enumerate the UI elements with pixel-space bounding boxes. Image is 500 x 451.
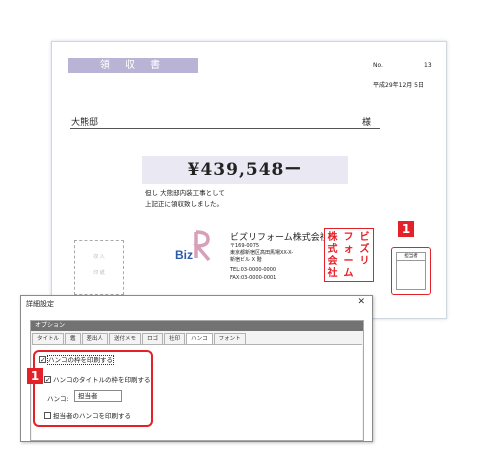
hanko-field-label: ハンコ: (47, 395, 69, 403)
checkbox-checked-icon: ✓ (44, 375, 51, 384)
receipt-sheet: 領 収 書 No. 13 平成29年12月 5日 大熊邸 様 ¥439,548ー… (51, 41, 447, 319)
hanko-column: フォーム (343, 232, 354, 279)
company-address-line: 〒169-0075 (230, 243, 260, 249)
revenue-stamp-box: 収 入 印 紙 (74, 240, 124, 295)
addressee-honorific: 様 (362, 118, 372, 128)
callout-badge-1: 1 (27, 368, 43, 384)
checkbox-label: 担当者のハンコを印刷する (53, 412, 131, 420)
tab-logo[interactable]: ロゴ (142, 333, 164, 344)
company-address-line: 東京都新宿区高田馬場XX-X- (230, 250, 294, 256)
person-in-charge-box: 担当者 (396, 252, 426, 290)
tab-font[interactable]: フォント (213, 333, 246, 344)
company-address-line: 新宿ビル X 階 (230, 257, 262, 263)
bizr-logo-icon: Biz (175, 230, 211, 262)
receipt-number: 13 (424, 62, 432, 69)
revenue-stamp-label-1: 収 入 (93, 254, 105, 260)
receipt-note-line1: 但し 大熊邸内装工事として (145, 189, 225, 197)
checkbox-checked-icon: ✓ (39, 355, 46, 364)
hanko-column: ビズリ (359, 232, 370, 267)
revenue-stamp-label-2: 印 紙 (93, 270, 105, 276)
section-header: オプション (31, 321, 363, 331)
company-logo: Biz (175, 228, 215, 264)
person-in-charge-frame: 担当者 (391, 247, 431, 295)
checkbox-label: ハンコのタイトルの枠を印刷する (53, 376, 151, 384)
amount-value: ¥439,548ー (142, 156, 348, 184)
svg-text:Biz: Biz (175, 248, 193, 262)
addressee-name: 大熊邸 (71, 118, 99, 128)
callout-badge-1: 1 (398, 221, 414, 237)
tab-company-seal[interactable]: 社印 (164, 333, 186, 344)
tab-sender[interactable]: 差出人 (81, 333, 109, 344)
print-person-hanko-checkbox[interactable]: 担当者のハンコを印刷する (44, 410, 131, 420)
close-icon[interactable]: ✕ (357, 297, 365, 307)
company-hanko-seal: ビズリ フォーム 株式会社 (324, 228, 374, 282)
company-fax: FAX:03-0000-0001 (230, 275, 277, 281)
tab-bar: タイトル 鑑 差出人 送付メモ ロゴ 社印 ハンコ フォント (32, 333, 247, 345)
person-in-charge-label: 担当者 (397, 253, 425, 261)
receipt-title: 領 収 書 (68, 58, 198, 73)
print-hanko-frame-checkbox[interactable]: ✓ ハンコの枠を印刷する (39, 354, 114, 365)
receipt-number-label: No. (373, 62, 383, 69)
checkbox-label: ハンコの枠を印刷する (47, 355, 114, 365)
hanko-text-input[interactable]: 担当者 (74, 390, 122, 402)
dialog-title: 詳細設定 (26, 300, 54, 308)
checkbox-unchecked-icon (44, 411, 51, 419)
receipt-date: 平成29年12月 5日 (373, 82, 424, 89)
tab-title[interactable]: タイトル (32, 333, 65, 344)
print-hanko-title-frame-checkbox[interactable]: ✓ ハンコのタイトルの枠を印刷する (44, 374, 151, 384)
receipt-note-line2: 上記正に領収致しました。 (145, 200, 223, 208)
company-tel: TEL:03-0000-0000 (230, 267, 277, 273)
addressee-underline (70, 128, 380, 129)
hanko-column: 株式会社 (327, 232, 338, 279)
tab-kagami[interactable]: 鑑 (65, 333, 81, 344)
tab-memo[interactable]: 送付メモ (109, 333, 142, 344)
company-name: ビズリフォーム株式会社 (230, 233, 329, 243)
